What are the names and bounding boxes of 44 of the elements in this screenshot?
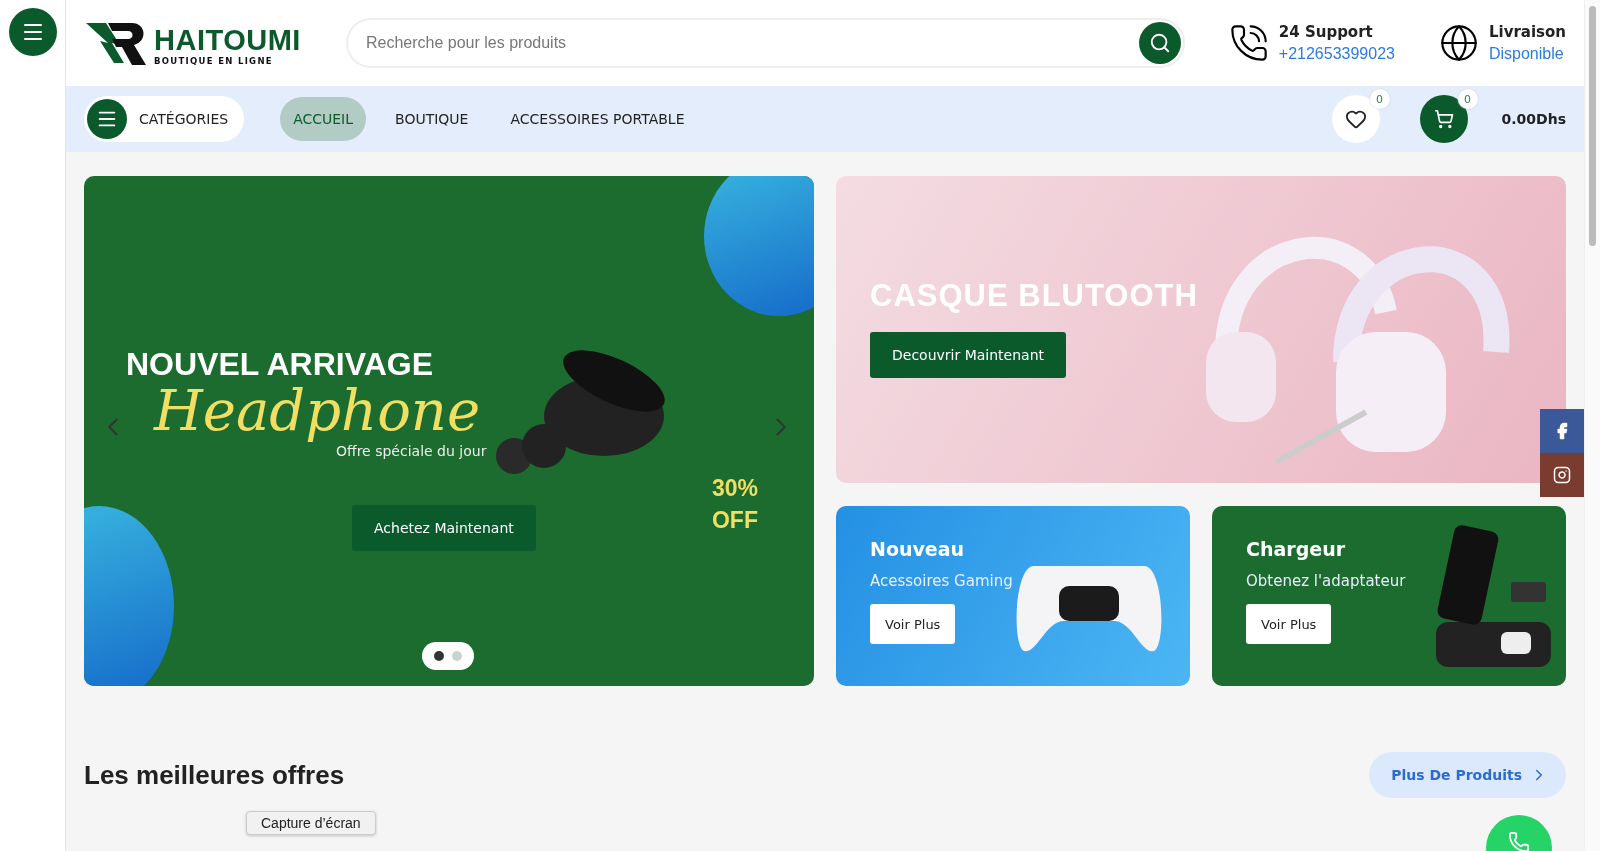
support-title: 24 Support — [1278, 23, 1374, 41]
promo-card-title: Chargeur — [1246, 538, 1346, 560]
cart-count-badge: 0 — [1457, 89, 1478, 109]
wishlist-count-badge: 0 — [1369, 89, 1390, 109]
globe-icon — [1438, 23, 1479, 63]
search-button[interactable] — [1138, 22, 1181, 64]
shop-now-button[interactable]: Achetez Maintenant — [352, 505, 536, 551]
categories-button[interactable]: CATÉGORIES — [84, 96, 245, 142]
slider-subtitle: Offre spéciale du jour — [336, 443, 487, 459]
slider-heading: NOUVEL ARRIVAGE — [126, 346, 433, 383]
nav-tab[interactable]: ACCUEIL — [280, 97, 367, 141]
logo-name: HAITOUMI — [154, 25, 301, 55]
section-title: Les meilleures offres — [84, 759, 345, 791]
cart-icon — [1433, 109, 1454, 129]
search-bar[interactable]: Recherche pour les produits — [346, 18, 1185, 68]
facebook-button[interactable] — [1540, 409, 1584, 453]
cart-total: 0.00Dhs — [1501, 111, 1566, 127]
promo-card-subtitle: Acessoires Gaming — [870, 572, 1013, 590]
slider-dot[interactable] — [452, 651, 462, 661]
see-more-button[interactable]: Voir Plus — [870, 604, 956, 644]
promo-card-subtitle: Obtenez l'adaptateur — [1246, 572, 1406, 590]
discount-text: 30% — [711, 474, 758, 503]
support-phone-link[interactable]: +212653399023 — [1278, 45, 1395, 63]
menu-button[interactable] — [8, 8, 57, 56]
delivery-title: Livraison — [1488, 23, 1566, 41]
nav-tab[interactable]: ACCESSOIRES PORTABLE — [497, 97, 698, 141]
instagram-button[interactable] — [1540, 453, 1584, 497]
delivery-status-link[interactable]: Disponible — [1488, 45, 1566, 63]
discover-button[interactable]: Decouvrir Maintenant — [870, 332, 1066, 378]
phone-icon — [1508, 831, 1530, 851]
see-more-button[interactable]: Voir Plus — [1246, 604, 1332, 644]
slider-dot[interactable] — [434, 651, 444, 661]
instagram-icon — [1553, 466, 1571, 484]
scrollbar-thumb[interactable] — [1589, 6, 1596, 246]
nav-tab[interactable]: BOUTIQUE — [382, 97, 482, 141]
promo-card-title: Nouveau — [870, 538, 965, 560]
phone-support-icon — [1228, 23, 1269, 63]
discount-text: OFF — [711, 506, 758, 536]
search-icon — [1148, 32, 1171, 54]
heart-icon — [1344, 108, 1367, 130]
more-products-button[interactable]: Plus De Produits — [1369, 752, 1566, 798]
tooltip: Capture d’écran — [246, 811, 376, 835]
logo-tagline: BOUTIQUE EN LIGNE — [154, 56, 274, 65]
search-field[interactable]: Recherche pour les produits — [364, 33, 1139, 53]
